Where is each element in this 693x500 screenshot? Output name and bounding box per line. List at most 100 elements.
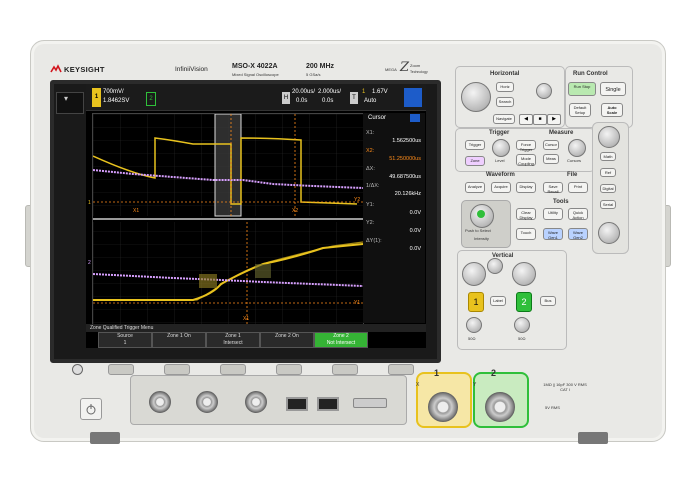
- cursor-info-icon[interactable]: [404, 88, 422, 107]
- ch1-scale-knob[interactable]: [462, 262, 486, 286]
- analyze-button[interactable]: Analyze: [465, 182, 485, 193]
- bus-button[interactable]: Bus: [540, 296, 556, 306]
- clear-display-button[interactable]: Clear Display: [516, 208, 536, 220]
- save-recall-button[interactable]: Save Recall: [543, 182, 563, 194]
- dy-value: 0.0V: [409, 246, 421, 252]
- wave-gen2-button[interactable]: Wave Gen2: [568, 228, 588, 240]
- x2-value: 51.250000us: [389, 156, 421, 162]
- auto-scale-button[interactable]: Auto Scale: [601, 103, 623, 117]
- probe-comp-terminal[interactable]: [353, 398, 387, 408]
- ch1-scale: 700mV/: [103, 89, 124, 95]
- zone-button[interactable]: Zone: [465, 156, 485, 166]
- search-button[interactable]: Search: [496, 97, 514, 107]
- nav-forward-icon[interactable]: ▶: [547, 114, 561, 125]
- horizontal-badge[interactable]: H: [282, 92, 290, 104]
- digital-ground-marker[interactable]: 2: [88, 260, 91, 266]
- ch2-input-label: 2: [491, 368, 497, 378]
- ch1-ground-marker[interactable]: 1: [88, 200, 91, 206]
- quick-action-button[interactable]: Quick Action: [568, 208, 588, 220]
- ch2-button[interactable]: 2: [516, 292, 532, 312]
- ch2-bnc[interactable]: [485, 392, 515, 422]
- marker-y2[interactable]: Y2: [354, 197, 360, 203]
- digital-bnc-3[interactable]: [245, 391, 267, 413]
- trigger-level-knob[interactable]: [492, 139, 510, 157]
- waveform-display[interactable]: [92, 113, 364, 325]
- ch1-offset: 1.8462SV: [103, 98, 130, 104]
- default-setup-button[interactable]: Default Setup: [569, 103, 591, 117]
- label-button[interactable]: Label: [490, 296, 506, 306]
- digital-bnc-2[interactable]: [196, 391, 218, 413]
- hw-softkey-5[interactable]: [332, 364, 358, 375]
- marker-x1-zoom[interactable]: X1: [243, 316, 249, 322]
- hw-softkey-4[interactable]: [276, 364, 302, 375]
- nav-stop-icon[interactable]: ■: [533, 114, 547, 125]
- delay-scale: 2.000us/: [318, 89, 342, 95]
- horizontal-position-knob[interactable]: [536, 83, 552, 99]
- dropdown-arrow-icon[interactable]: ▾: [64, 94, 68, 103]
- meas-button[interactable]: Meas: [543, 154, 559, 164]
- softkey-zone2-mode[interactable]: Zone 2 Not Intersect: [314, 332, 368, 348]
- input-caution: 5V RMS: [545, 405, 560, 410]
- cursor-button[interactable]: Cursor: [543, 140, 559, 150]
- marker-x1[interactable]: X1: [133, 208, 139, 214]
- delay-value: 0.0s: [296, 98, 308, 104]
- usb-port-2-icon[interactable]: [317, 397, 339, 411]
- serial-button[interactable]: Serial: [600, 200, 616, 209]
- ref-button[interactable]: Ref: [600, 168, 616, 177]
- usb-port-1-icon[interactable]: [286, 397, 308, 411]
- tools-title: Tools: [553, 199, 569, 205]
- marker-y1-zoom[interactable]: Y1: [354, 300, 360, 306]
- vertical-offset-knob[interactable]: [487, 258, 503, 274]
- cursor-panel-title: Cursor: [368, 115, 387, 121]
- ch1-position-knob[interactable]: [466, 317, 482, 333]
- hw-softkey-2[interactable]: [164, 364, 190, 375]
- softkey-zone2-on[interactable]: Zone 2 On: [260, 332, 314, 348]
- digital-bnc-1[interactable]: [149, 391, 171, 413]
- trigger-badge[interactable]: T: [350, 92, 358, 104]
- digital-button[interactable]: Digital: [600, 184, 616, 193]
- foot-right: [578, 432, 608, 444]
- mode-coupling-button[interactable]: Mode Coupling: [516, 154, 536, 166]
- hw-softkey-3[interactable]: [220, 364, 246, 375]
- softkey-zone1-mode[interactable]: Zone 1 Intersect: [206, 332, 260, 348]
- horiz-button[interactable]: Horiz: [496, 82, 514, 92]
- ch2-scale-knob[interactable]: [512, 262, 536, 286]
- horizontal-scale-knob[interactable]: [461, 82, 491, 112]
- marker-x2[interactable]: X2: [292, 208, 298, 214]
- power-button[interactable]: [80, 398, 102, 420]
- ch1-badge[interactable]: 1: [92, 88, 101, 107]
- ch1-badge-label: 1: [94, 94, 99, 100]
- power-icon: [86, 404, 96, 415]
- wave-gen1-button[interactable]: Wave Gen1: [543, 228, 563, 240]
- utility-button[interactable]: Utility: [543, 208, 563, 220]
- ch2-position-knob[interactable]: [514, 317, 530, 333]
- ch2-badge[interactable]: 2: [146, 92, 156, 106]
- trigger-button[interactable]: Trigger: [465, 140, 485, 150]
- navigate-button[interactable]: Navigate: [493, 114, 515, 124]
- cursors-knob[interactable]: [568, 139, 586, 157]
- touch-button[interactable]: Touch: [516, 228, 536, 240]
- run-stop-button[interactable]: Run Stop: [568, 82, 596, 96]
- print-button[interactable]: Print: [568, 182, 588, 193]
- softkey-zone2-on-label: Zone 2 On: [275, 333, 299, 339]
- softkey-source[interactable]: Source 1: [98, 332, 152, 348]
- trigger-mode: Auto: [364, 98, 377, 104]
- measure-title: Measure: [549, 130, 574, 136]
- nav-back-icon[interactable]: ◀: [519, 114, 533, 125]
- math-button[interactable]: Math: [600, 152, 616, 161]
- hw-softkey-1[interactable]: [108, 364, 134, 375]
- foot-left: [90, 432, 120, 444]
- hw-softkey-6[interactable]: [388, 364, 414, 375]
- ch1-button[interactable]: 1: [468, 292, 484, 312]
- megazoom-sub: Zoom: [410, 63, 421, 68]
- softkey-zone1-on[interactable]: Zone 1 On: [152, 332, 206, 348]
- display-button[interactable]: Display: [516, 182, 536, 193]
- single-button[interactable]: Single: [600, 82, 626, 96]
- cursor-panel-close-icon[interactable]: [410, 114, 420, 122]
- force-trigger-button[interactable]: Force Trigger: [516, 140, 536, 152]
- digital-position-knob[interactable]: [598, 222, 620, 244]
- ch1-bnc[interactable]: [428, 392, 458, 422]
- digital-knob[interactable]: [598, 126, 620, 148]
- acquire-button[interactable]: Acquire: [491, 182, 511, 193]
- back-icon[interactable]: [72, 364, 83, 375]
